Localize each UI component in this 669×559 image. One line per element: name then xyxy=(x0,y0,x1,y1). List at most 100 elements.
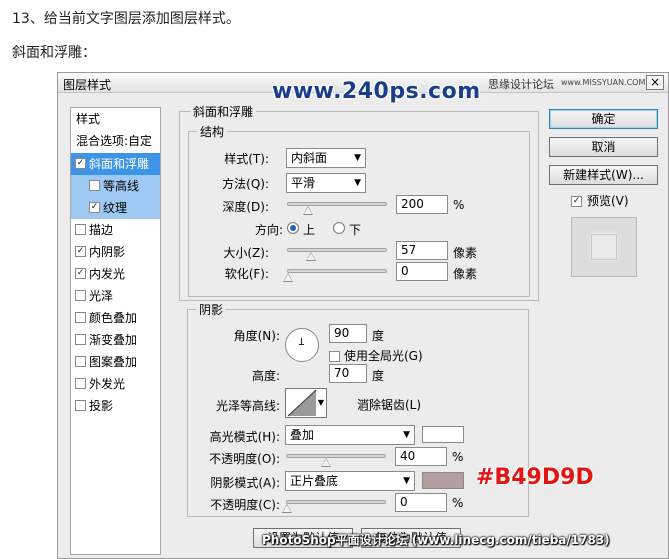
angle-unit: 度 xyxy=(372,329,385,343)
style-item-gradient-overlay[interactable]: 渐变叠加 xyxy=(71,329,160,351)
highlight-opacity-value: 40 xyxy=(400,449,416,463)
angle-dial-center xyxy=(299,344,304,345)
size-slider[interactable] xyxy=(287,248,387,261)
angle-value: 90 xyxy=(334,326,350,340)
drop-shadow-label: 投影 xyxy=(89,399,114,413)
texture-checkbox[interactable] xyxy=(89,202,100,213)
drop-shadow-checkbox[interactable] xyxy=(75,400,86,411)
direction-down-radio[interactable] xyxy=(333,222,345,234)
style-item-outer-glow[interactable]: 外发光 xyxy=(71,373,160,395)
style-item-texture[interactable]: 纹理 xyxy=(71,197,160,219)
contour-checkbox[interactable] xyxy=(89,180,100,191)
style-item-bevel[interactable]: 斜面和浮雕 xyxy=(71,153,160,175)
highlight-color-swatch[interactable] xyxy=(422,426,464,443)
technique-select[interactable]: 平滑 ▼ xyxy=(286,173,366,193)
altitude-value: 70 xyxy=(334,366,350,380)
depth-input[interactable]: 200 xyxy=(396,195,448,214)
bevel-emboss-group: 斜面和浮雕 结构 样式(T): 内斜面 ▼ 方法(Q): 平滑 ▼ 深度(D): 2… xyxy=(179,103,539,301)
angle-input[interactable]: 90 xyxy=(329,324,367,343)
site-watermark: www.240ps.com xyxy=(272,79,481,104)
altitude-input[interactable]: 70 xyxy=(329,364,367,383)
outer-glow-checkbox[interactable] xyxy=(75,378,86,389)
new-style-button[interactable]: 新建样式(W)... xyxy=(549,165,658,185)
preview-square xyxy=(591,234,617,260)
size-slider-thumb[interactable] xyxy=(305,252,316,261)
highlight-mode-value: 叠加 xyxy=(290,428,315,442)
soften-slider-thumb[interactable] xyxy=(283,273,293,282)
pattern-overlay-checkbox[interactable] xyxy=(75,356,86,367)
contour-dropdown-icon[interactable]: ▼ xyxy=(318,398,324,407)
style-label: 样式(T): xyxy=(224,152,269,166)
highlight-opacity-thumb[interactable] xyxy=(321,458,332,467)
depth-label: 深度(D): xyxy=(222,200,269,214)
size-input[interactable]: 57 xyxy=(396,241,448,260)
shadow-opacity-thumb[interactable] xyxy=(282,504,292,513)
shadow-mode-select[interactable]: 正片叠底 ▼ xyxy=(285,471,415,491)
new-style-label: 新建样式(W)... xyxy=(563,168,644,182)
step-text: 13、给当前文字图层添加图层样式。 xyxy=(12,11,240,27)
style-item-pattern-overlay[interactable]: 图案叠加 xyxy=(71,351,160,373)
shadow-color-swatch[interactable] xyxy=(422,472,464,489)
highlight-opacity-input[interactable]: 40 xyxy=(395,447,447,466)
direction-up-label: 上 xyxy=(303,223,316,237)
soften-slider[interactable] xyxy=(283,269,387,282)
shadow-opacity-input[interactable]: 0 xyxy=(395,493,447,512)
close-icon: × xyxy=(649,75,661,89)
highlight-mode-select[interactable]: 叠加 ▼ xyxy=(285,425,415,445)
direction-label: 方向: xyxy=(254,223,283,237)
shadow-opacity-slider[interactable] xyxy=(282,500,386,513)
anti-alias-label: 消除锯齿(L) xyxy=(357,398,422,412)
style-item-inner-shadow[interactable]: 内阴影 xyxy=(71,241,160,263)
forum-watermark-url: www.MISSYUAN.COM xyxy=(561,78,646,87)
pattern-overlay-label: 图案叠加 xyxy=(89,355,138,369)
gradient-overlay-checkbox[interactable] xyxy=(75,334,86,345)
altitude-label: 高度: xyxy=(251,369,280,383)
style-item-contour[interactable]: 等高线 xyxy=(71,175,160,197)
angle-dial[interactable] xyxy=(285,328,319,362)
chevron-down-icon: ▼ xyxy=(354,178,361,188)
style-list-panel: 样式 混合选项:自定 斜面和浮雕 等高线 纹理 描边 内阴影 内发光 光泽 颜色… xyxy=(70,107,161,555)
altitude-unit: 度 xyxy=(372,369,385,383)
soften-value: 0 xyxy=(401,264,409,278)
ok-button[interactable]: 确定 xyxy=(549,109,658,129)
soften-input[interactable]: 0 xyxy=(396,262,448,281)
blend-options-label: 混合选项:自定 xyxy=(76,134,153,148)
highlight-opacity-unit: % xyxy=(452,450,464,464)
satin-checkbox[interactable] xyxy=(75,290,86,301)
depth-slider-thumb[interactable] xyxy=(302,206,313,215)
stroke-checkbox[interactable] xyxy=(75,224,86,235)
gradient-overlay-label: 渐变叠加 xyxy=(89,333,138,347)
bevel-style-select[interactable]: 内斜面 ▼ xyxy=(286,148,366,168)
style-item-drop-shadow[interactable]: 投影 xyxy=(71,395,160,417)
layer-style-dialog: 图层样式 思缘设计论坛 www.MISSYUAN.COM × www.240ps… xyxy=(57,72,669,559)
depth-slider[interactable] xyxy=(287,202,387,215)
gloss-contour-picker[interactable]: ▼ xyxy=(285,388,327,418)
shadow-opacity-label: 不透明度(C): xyxy=(210,498,280,512)
dialog-title: 图层样式 xyxy=(63,78,112,92)
style-item-inner-glow[interactable]: 内发光 xyxy=(71,263,160,285)
style-list-header[interactable]: 样式 xyxy=(71,108,160,130)
direction-up-radio[interactable] xyxy=(287,222,299,234)
shadow-mode-value: 正片叠底 xyxy=(290,474,339,488)
blend-options-item[interactable]: 混合选项:自定 xyxy=(71,130,160,152)
technique-value: 平滑 xyxy=(291,176,316,190)
size-value: 57 xyxy=(401,243,417,257)
size-unit: 像素 xyxy=(453,246,478,260)
structure-title: 结构 xyxy=(197,123,228,140)
color-overlay-checkbox[interactable] xyxy=(75,312,86,323)
style-item-color-overlay[interactable]: 颜色叠加 xyxy=(71,307,160,329)
highlight-opacity-label: 不透明度(O): xyxy=(209,452,280,466)
inner-shadow-checkbox[interactable] xyxy=(75,246,86,257)
close-button[interactable]: × xyxy=(646,75,664,90)
bevel-checkbox[interactable] xyxy=(75,158,86,169)
bevel-style-value: 内斜面 xyxy=(291,151,328,165)
preview-label: 预览(V) xyxy=(587,194,629,208)
style-item-satin[interactable]: 光泽 xyxy=(71,285,160,307)
highlight-opacity-slider[interactable] xyxy=(286,454,386,467)
styles-label: 样式 xyxy=(76,112,101,126)
cancel-button[interactable]: 取消 xyxy=(549,137,658,157)
style-item-stroke[interactable]: 描边 xyxy=(71,219,160,241)
inner-glow-checkbox[interactable] xyxy=(75,268,86,279)
preview-checkbox[interactable] xyxy=(571,196,582,207)
global-light-checkbox[interactable] xyxy=(329,351,340,362)
